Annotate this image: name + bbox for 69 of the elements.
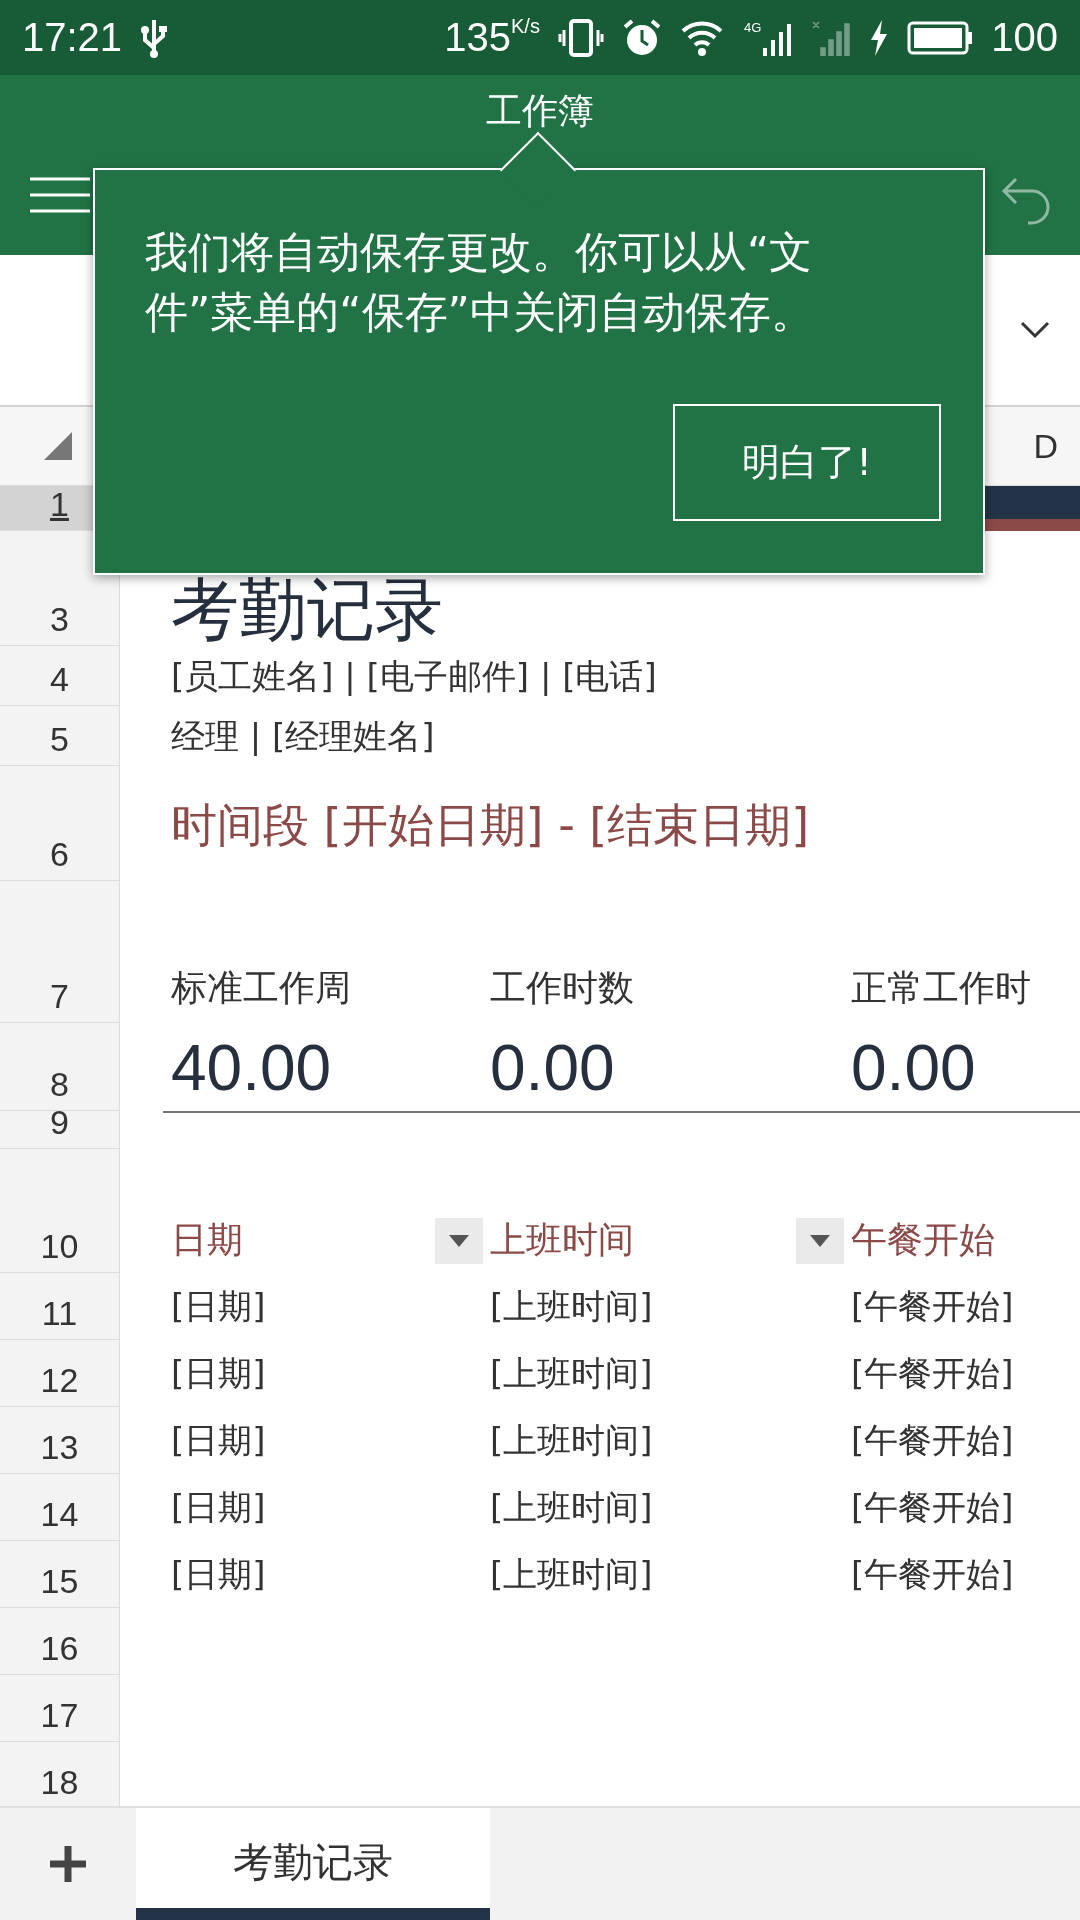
table-cell-text: [上班时间] [490,1553,654,1596]
battery-level: 100 [991,15,1058,60]
filter-button[interactable] [796,1217,844,1264]
speed-unit: K/s [511,15,540,38]
row-header[interactable]: 16 [0,1608,120,1675]
row-header[interactable]: 11 [0,1273,120,1340]
table-cell-text: [日期] [171,1553,267,1596]
table-cell-text: [午餐开始] [851,1419,1015,1462]
table-cell-text: [午餐开始] [851,1352,1015,1395]
vibrate-icon [557,17,604,58]
row-header[interactable]: 17 [0,1675,120,1742]
table-cell-text: [上班时间] [490,1419,654,1462]
employee-info: [员工姓名] | [电子邮件] | [电话] [171,655,658,698]
usb-icon [140,17,169,58]
menu-icon[interactable] [30,175,90,215]
signal-icon [811,19,852,56]
column-letter[interactable]: D [1033,426,1058,466]
row-header[interactable]: 12 [0,1340,120,1407]
table-cell-text: [上班时间] [490,1352,654,1395]
table-cell-text: [日期] [171,1285,267,1328]
row-header[interactable]: 10 [0,1149,120,1273]
stat-label: 标准工作周 [171,966,352,1010]
period-heading: 时间段 [开始日期] - [结束日期] [171,797,811,854]
network-speed: 135 [444,15,511,60]
row-header[interactable]: 3 [0,531,120,646]
chevron-down-icon[interactable] [1020,321,1050,339]
battery-icon [907,20,974,55]
got-it-button[interactable]: 明白了! [673,404,941,521]
filter-button[interactable] [435,1217,483,1264]
table-cell-text: [日期] [171,1352,267,1395]
row-header[interactable]: 7 [0,881,120,1023]
sheet-tab[interactable]: 考勤记录 [136,1808,490,1920]
row-header[interactable]: 8 [0,1023,120,1111]
column-heading: 日期 [171,1218,243,1262]
workbook-title: 工作簿 [486,89,594,133]
row-header[interactable]: 9 [0,1111,120,1149]
stat-label: 工作时数 [490,966,635,1010]
column-heading: 午餐开始 [851,1218,995,1262]
row-header[interactable]: 13 [0,1407,120,1474]
row-header[interactable]: 6 [0,766,120,881]
select-all-icon[interactable] [44,432,72,460]
stat-label: 正常工作时 [851,966,1032,1010]
charging-icon [869,19,890,56]
row-header[interactable]: 5 [0,706,120,766]
network-type: 4G [743,19,762,35]
table-cell-text: [午餐开始] [851,1553,1015,1596]
alarm-icon [621,17,662,58]
caret-icon [810,1234,830,1247]
column-heading: 上班时间 [490,1218,634,1262]
table-cell-text: [上班时间] [490,1285,654,1328]
clock: 17:21 [22,15,123,60]
stat-value: 40.00 [171,1031,333,1105]
table-cell-text: [日期] [171,1419,267,1462]
stat-value: 0.00 [851,1031,977,1105]
row-header[interactable]: 18 [0,1742,120,1806]
undo-icon[interactable] [1000,175,1052,225]
table-cell-text: [午餐开始] [851,1486,1015,1529]
table-cell-text: [上班时间] [490,1486,654,1529]
table-cell-text: [午餐开始] [851,1285,1015,1328]
table-cell-text: [日期] [171,1486,267,1529]
manager-info: 经理 | [经理姓名] [171,715,436,758]
row-header[interactable]: 4 [0,646,120,706]
row-header[interactable]: 14 [0,1474,120,1541]
sheet-title: 考勤记录 [171,576,444,644]
plus-icon [48,1844,88,1884]
row-header[interactable]: 15 [0,1541,120,1608]
tooltip-message: 我们将自动保存更改。你可以从“文件”菜单的“保存”中关闭自动保存。 [145,226,815,339]
caret-icon [449,1234,469,1247]
stat-value: 0.00 [490,1031,616,1105]
